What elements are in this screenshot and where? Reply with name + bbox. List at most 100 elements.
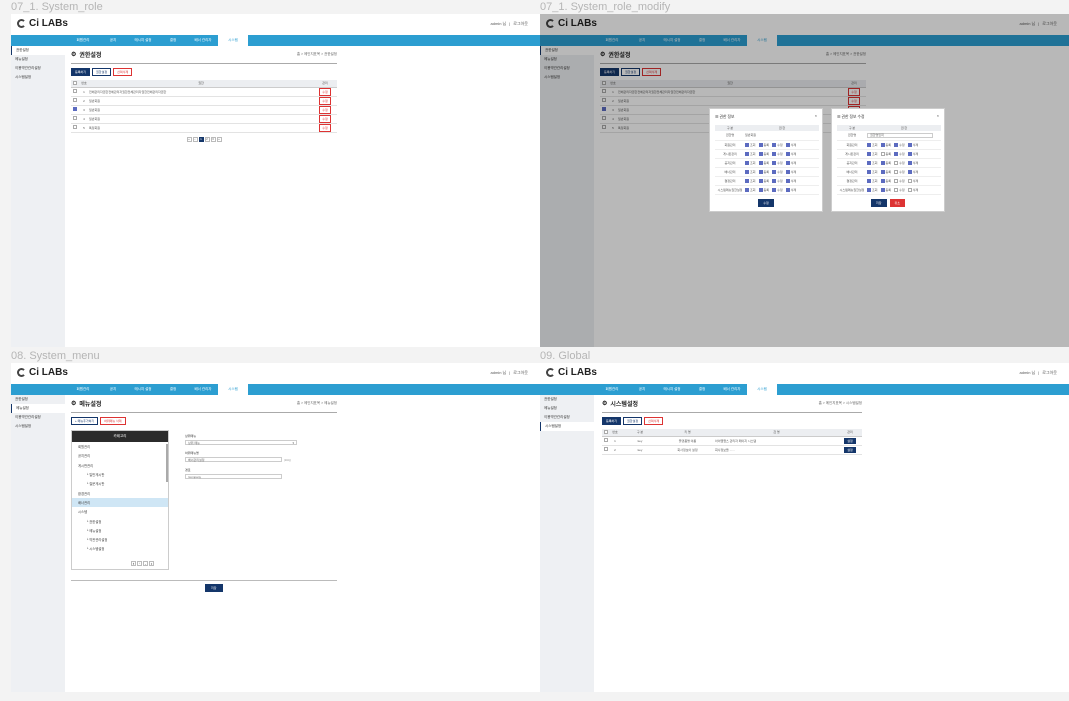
perm-checkbox[interactable] bbox=[907, 169, 912, 174]
row-edit-button[interactable]: 수정 bbox=[319, 96, 331, 105]
row-checkbox[interactable] bbox=[604, 447, 608, 451]
sidebar-item-system[interactable]: 시스템설정 bbox=[540, 422, 594, 431]
perm-checkbox[interactable] bbox=[894, 160, 899, 165]
add-button[interactable]: 등록하기 bbox=[602, 417, 622, 425]
perm-checkbox[interactable] bbox=[880, 160, 885, 165]
perm-checkbox[interactable] bbox=[880, 151, 885, 156]
perm-checkbox[interactable] bbox=[867, 160, 871, 165]
tree-scrollbar[interactable] bbox=[166, 444, 168, 482]
row-checkbox[interactable] bbox=[73, 116, 77, 120]
close-icon[interactable]: × bbox=[815, 114, 817, 120]
perm-checkbox[interactable] bbox=[894, 151, 899, 156]
cancel-button[interactable]: 취소 bbox=[889, 198, 906, 207]
parent-menu-select[interactable]: 상위 메뉴 ▾ bbox=[185, 440, 297, 445]
tree-node[interactable]: 회원관리 bbox=[72, 442, 168, 451]
perm-checkbox[interactable] bbox=[907, 178, 912, 183]
nav-message[interactable]: 메시지 설정 bbox=[128, 384, 158, 395]
close-icon[interactable]: × bbox=[937, 114, 939, 120]
perm-checkbox[interactable] bbox=[867, 169, 871, 174]
nav-system[interactable]: 시스템 bbox=[747, 384, 777, 395]
nav-banner[interactable]: 배너 관리자 bbox=[717, 384, 747, 395]
save-button[interactable]: 저장 bbox=[870, 198, 887, 207]
sidebar-item-terms[interactable]: 이용약관관리설정 bbox=[11, 413, 65, 422]
delete-selected-button[interactable]: 선택삭제 bbox=[644, 417, 664, 425]
tree-move-up-icon[interactable]: ⌃ bbox=[137, 561, 142, 566]
page-last[interactable]: » bbox=[216, 136, 222, 142]
page-3[interactable]: 3 bbox=[210, 136, 216, 142]
nav-notice[interactable]: 공지 bbox=[98, 384, 128, 395]
page-1[interactable]: 1 bbox=[198, 136, 204, 142]
tree-node[interactable]: └ 질문게시판 bbox=[72, 479, 168, 488]
nav-notice[interactable]: 공지 bbox=[627, 384, 657, 395]
perm-checkbox[interactable] bbox=[867, 178, 871, 183]
select-all-checkbox[interactable] bbox=[73, 80, 77, 85]
add-menu-button[interactable]: + 메뉴추가하기 bbox=[71, 417, 99, 425]
page-prev[interactable]: ‹ bbox=[192, 136, 198, 142]
nav-decision[interactable]: 결정 bbox=[158, 384, 188, 395]
tree-node[interactable]: └ 약관관리설정 bbox=[72, 535, 168, 544]
page-first[interactable]: « bbox=[186, 136, 192, 142]
row-checkbox[interactable] bbox=[73, 98, 77, 102]
logout-link[interactable]: 로그아웃 bbox=[513, 370, 528, 376]
sidebar-item-terms[interactable]: 이용약관관리설정 bbox=[540, 413, 594, 422]
nav-member[interactable]: 회원관리 bbox=[68, 384, 98, 395]
nav-message[interactable]: 메시지 설정 bbox=[657, 384, 687, 395]
perm-checkbox[interactable] bbox=[907, 160, 912, 165]
tree-move-top-icon[interactable]: ⇞ bbox=[131, 561, 136, 566]
tree-node[interactable]: 시스템 bbox=[72, 507, 168, 516]
edit-button[interactable]: 수정 bbox=[758, 198, 774, 207]
add-button[interactable]: 등록하기 bbox=[71, 68, 91, 76]
logout-link[interactable]: 로그아웃 bbox=[513, 21, 528, 27]
tree-node-selected[interactable]: 배너관리 bbox=[72, 497, 168, 508]
perm-checkbox[interactable] bbox=[894, 142, 899, 147]
delete-selected-button[interactable]: 선택삭제 bbox=[113, 68, 133, 76]
nav-decision[interactable]: 결정 bbox=[687, 384, 717, 395]
role-name-input[interactable]: 권한명입력 bbox=[867, 132, 933, 138]
sidebar-item-menu[interactable]: 메뉴설정 bbox=[11, 404, 65, 413]
nav-banner[interactable]: 배너 관리자 bbox=[188, 35, 218, 46]
row-edit-button[interactable]: 수정 bbox=[319, 123, 331, 132]
logo[interactable]: Ci LABs bbox=[17, 367, 68, 378]
submenu-name-input[interactable]: 배너관리설정 bbox=[185, 457, 282, 462]
perm-checkbox[interactable] bbox=[907, 142, 912, 147]
delete-submenu-button[interactable]: 하위메뉴 삭제 bbox=[100, 417, 126, 425]
perm-checkbox[interactable] bbox=[867, 151, 871, 156]
row-checkbox[interactable] bbox=[604, 438, 608, 442]
perm-checkbox[interactable] bbox=[867, 142, 871, 147]
perm-checkbox[interactable] bbox=[894, 178, 899, 183]
sidebar-item-menu[interactable]: 메뉴설정 bbox=[540, 404, 594, 413]
nav-notice[interactable]: 공지 bbox=[98, 35, 128, 46]
path-input[interactable]: /company bbox=[185, 474, 282, 479]
logo[interactable]: Ci LABs bbox=[546, 367, 597, 378]
nav-message[interactable]: 메시지 설정 bbox=[128, 35, 158, 46]
row-checkbox[interactable] bbox=[73, 107, 77, 111]
perm-checkbox[interactable] bbox=[894, 169, 899, 174]
perm-checkbox[interactable] bbox=[880, 142, 885, 147]
logout-link[interactable]: 로그아웃 bbox=[1042, 370, 1057, 376]
perm-checkbox[interactable] bbox=[894, 187, 899, 192]
role-setting-button[interactable]: 권한설정 bbox=[623, 417, 643, 425]
tree-node[interactable]: 공지관리 bbox=[72, 451, 168, 460]
perm-checkbox[interactable] bbox=[907, 151, 912, 156]
row-edit-button[interactable]: 수정 bbox=[319, 105, 331, 114]
row-edit-button[interactable]: 수정 bbox=[319, 87, 331, 96]
nav-system[interactable]: 시스템 bbox=[218, 384, 248, 395]
perm-checkbox[interactable] bbox=[880, 187, 885, 192]
tree-node[interactable]: 게시판관리 bbox=[72, 461, 168, 470]
tree-node[interactable]: └ 메뉴설정 bbox=[72, 526, 168, 535]
sidebar-item-menu[interactable]: 메뉴설정 bbox=[11, 55, 65, 64]
nav-decision[interactable]: 결정 bbox=[158, 35, 188, 46]
perm-checkbox[interactable] bbox=[867, 187, 871, 192]
sidebar-item-system[interactable]: 시스템설정 bbox=[11, 73, 65, 82]
role-setting-button[interactable]: 권한설정 bbox=[92, 68, 112, 76]
save-button[interactable]: 저장 bbox=[205, 584, 223, 592]
row-checkbox[interactable] bbox=[73, 125, 77, 129]
nav-member[interactable]: 회원관리 bbox=[597, 384, 627, 395]
sidebar-item-terms[interactable]: 이용약관관리설정 bbox=[11, 64, 65, 73]
sidebar-item-role[interactable]: 권한설정 bbox=[11, 46, 65, 55]
perm-checkbox[interactable] bbox=[907, 187, 912, 192]
row-setting-button[interactable]: 설정 bbox=[844, 437, 856, 444]
tree-node[interactable]: └ 권한설정 bbox=[72, 516, 168, 525]
row-checkbox[interactable] bbox=[73, 89, 77, 93]
perm-checkbox[interactable] bbox=[880, 169, 885, 174]
